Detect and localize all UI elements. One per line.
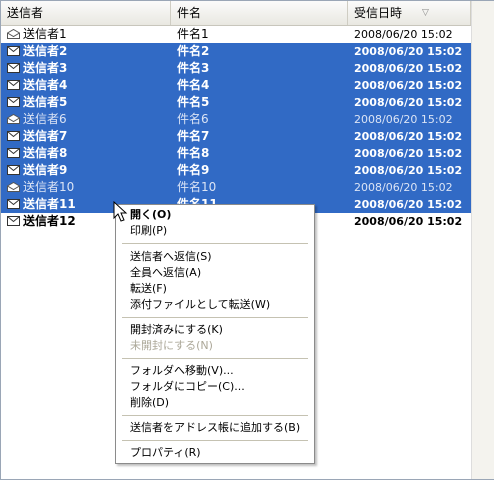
message-row[interactable]: 送信者5 件名5 2008/06/20 15:02 — [1, 94, 471, 111]
message-date: 2008/06/20 15:02 — [354, 113, 453, 126]
column-header-subject[interactable]: 件名 — [171, 1, 348, 25]
menu-separator — [122, 358, 308, 359]
menu-item-add-to-addressbook[interactable]: 送信者をアドレス帳に追加する(B) — [130, 420, 300, 436]
message-date: 2008/06/20 15:02 — [354, 181, 453, 194]
message-sender: 送信者1 — [23, 27, 67, 41]
message-row[interactable]: 送信者6 件名6 2008/06/20 15:02 — [1, 111, 471, 128]
context-menu: 開く(O) 印刷(P) 送信者へ返信(S) 全員へ返信(A) 転送(F) 添付フ… — [115, 204, 315, 464]
message-date: 2008/06/20 15:02 — [354, 79, 463, 92]
menu-separator — [122, 415, 308, 416]
open-envelope-icon — [7, 29, 20, 39]
message-row[interactable]: 送信者1 件名1 2008/06/20 15:02 — [1, 26, 471, 43]
message-subject: 件名7 — [177, 129, 210, 143]
message-subject: 件名3 — [177, 61, 210, 75]
closed-envelope-icon — [7, 46, 20, 56]
open-envelope-icon — [7, 114, 20, 124]
message-subject: 件名9 — [177, 163, 210, 177]
column-header-received[interactable]: 受信日時 ▽ — [348, 1, 471, 25]
menu-item-reply-sender[interactable]: 送信者へ返信(S) — [130, 249, 212, 265]
message-date: 2008/06/20 15:02 — [354, 198, 463, 211]
message-sender: 送信者3 — [23, 61, 68, 75]
message-subject: 件名2 — [177, 44, 210, 58]
message-subject: 件名6 — [177, 112, 209, 126]
message-date: 2008/06/20 15:02 — [354, 28, 453, 41]
message-subject: 件名8 — [177, 146, 210, 160]
message-row[interactable]: 送信者7 件名7 2008/06/20 15:02 — [1, 128, 471, 145]
message-list: 送信者1 件名1 2008/06/20 15:02 送信者2 件名2 2008/06/20… — [1, 26, 471, 230]
message-date: 2008/06/20 15:02 — [354, 130, 463, 143]
closed-envelope-icon — [7, 148, 20, 158]
message-date: 2008/06/20 15:02 — [354, 45, 463, 58]
closed-envelope-icon — [7, 199, 20, 209]
message-sender: 送信者2 — [23, 44, 68, 58]
sort-descending-icon: ▽ — [422, 8, 429, 18]
menu-item-mark-unread: 未開封にする(N) — [130, 339, 213, 352]
closed-envelope-icon — [7, 63, 20, 73]
menu-separator — [122, 243, 308, 244]
message-row[interactable]: 送信者10 件名10 2008/06/20 15:02 — [1, 179, 471, 196]
message-sender: 送信者5 — [23, 95, 68, 109]
message-sender: 送信者10 — [23, 180, 75, 194]
message-sender: 送信者6 — [23, 112, 67, 126]
message-date: 2008/06/20 15:02 — [354, 147, 463, 160]
closed-envelope-icon — [7, 131, 20, 141]
column-header-sender[interactable]: 送信者 — [1, 1, 171, 25]
message-subject: 件名5 — [177, 95, 210, 109]
message-row[interactable]: 送信者8 件名8 2008/06/20 15:02 — [1, 145, 471, 162]
menu-item-reply-all[interactable]: 全員へ返信(A) — [130, 265, 201, 281]
menu-item-properties[interactable]: プロパティ(R) — [130, 445, 201, 461]
message-row[interactable]: 送信者3 件名3 2008/06/20 15:02 — [1, 60, 471, 77]
message-sender: 送信者4 — [23, 78, 68, 92]
mouse-cursor-icon — [113, 201, 128, 222]
menu-item-forward-attachment[interactable]: 添付ファイルとして転送(W) — [130, 297, 270, 313]
menu-item-copy-to-folder[interactable]: フォルダにコピー(C)... — [130, 379, 245, 395]
message-subject: 件名1 — [177, 27, 209, 41]
menu-item-forward[interactable]: 転送(F) — [130, 281, 167, 297]
menu-item-mark-read[interactable]: 開封済みにする(K) — [130, 322, 223, 338]
closed-envelope-icon — [7, 216, 20, 226]
message-row[interactable]: 送信者4 件名4 2008/06/20 15:02 — [1, 77, 471, 94]
menu-item-move-to-folder[interactable]: フォルダへ移動(V)... — [130, 363, 234, 379]
message-subject: 件名10 — [177, 180, 217, 194]
closed-envelope-icon — [7, 165, 20, 175]
message-sender: 送信者8 — [23, 146, 68, 160]
menu-separator — [122, 440, 308, 441]
menu-item-delete[interactable]: 削除(D) — [130, 395, 169, 411]
message-sender: 送信者9 — [23, 163, 68, 177]
message-row[interactable]: 送信者2 件名2 2008/06/20 15:02 — [1, 43, 471, 60]
message-subject: 件名4 — [177, 78, 210, 92]
message-sender: 送信者7 — [23, 129, 68, 143]
message-date: 2008/06/20 15:02 — [354, 215, 463, 228]
message-list-window: 送信者 件名 受信日時 ▽ 送信者1 件名1 2008/06/20 15:02 送信者2… — [0, 0, 494, 480]
column-header: 送信者 件名 受信日時 ▽ — [1, 1, 471, 26]
menu-item-print[interactable]: 印刷(P) — [130, 223, 167, 239]
menu-separator — [122, 317, 308, 318]
closed-envelope-icon — [7, 80, 20, 90]
open-envelope-icon — [7, 182, 20, 192]
message-date: 2008/06/20 15:02 — [354, 96, 463, 109]
message-date: 2008/06/20 15:02 — [354, 164, 463, 177]
message-date: 2008/06/20 15:02 — [354, 62, 463, 75]
menu-item-open[interactable]: 開く(O) — [130, 207, 171, 223]
vertical-scrollbar[interactable] — [471, 1, 494, 479]
closed-envelope-icon — [7, 97, 20, 107]
message-row[interactable]: 送信者9 件名9 2008/06/20 15:02 — [1, 162, 471, 179]
